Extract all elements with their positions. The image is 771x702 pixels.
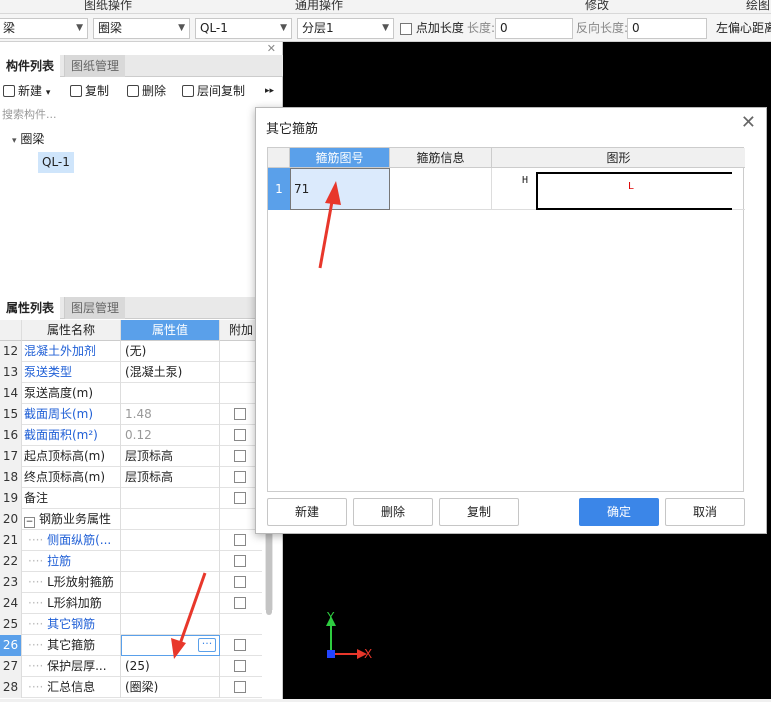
annotation-arrows [171,181,341,659]
arrow-to-other-stirrup [178,572,207,645]
arrow-head-icon [325,181,341,205]
arrow-to-code-cell [318,195,335,269]
arrow-head-icon [171,638,186,659]
